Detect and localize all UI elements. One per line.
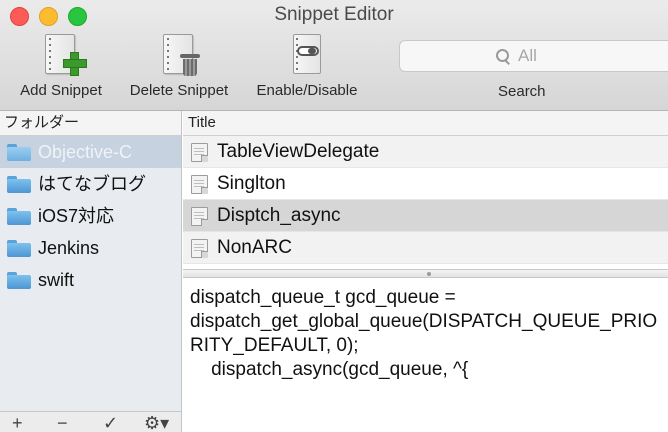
add-snippet-button[interactable]: Add Snippet	[8, 32, 114, 104]
folder-icon	[7, 272, 31, 289]
snippet-row-disptch-async[interactable]: Disptch_async	[183, 200, 668, 232]
code-line: dispatch_async(gcd_queue, ^{	[190, 359, 469, 380]
sidebar-footer-toolbar: + − ✓ ⚙▾	[0, 411, 181, 432]
search-input[interactable]	[518, 45, 658, 67]
snippet-title: NonARC	[217, 237, 292, 258]
delete-snippet-label: Delete Snippet	[129, 82, 229, 99]
remove-folder-button[interactable]: −	[57, 413, 68, 432]
checkmark-button[interactable]: ✓	[103, 413, 118, 432]
search-label: Search	[498, 83, 546, 100]
folder-label: Jenkins	[38, 238, 100, 258]
snippet-row-tableviewdelegate[interactable]: TableViewDelegate	[183, 136, 668, 168]
document-icon	[191, 239, 208, 258]
search-field[interactable]	[399, 40, 668, 72]
title-column-header[interactable]: Title	[183, 111, 668, 136]
snippet-title: TableViewDelegate	[217, 141, 380, 162]
enable-disable-label: Enable/Disable	[256, 82, 358, 99]
document-icon	[191, 143, 208, 162]
folder-label: はてなブログ	[38, 174, 146, 194]
folder-item-hatena-blog[interactable]: はてなブログ	[0, 168, 181, 200]
folder-item-swift[interactable]: swift	[0, 264, 181, 296]
title-toolbar: Snippet Editor Add Snippet Delete Snippe…	[0, 0, 668, 111]
divider-handle-icon	[427, 272, 431, 276]
document-icon	[191, 175, 208, 194]
split-view-divider[interactable]	[183, 269, 668, 278]
enable-disable-button[interactable]: Enable/Disable	[247, 32, 367, 104]
delete-snippet-button[interactable]: Delete Snippet	[120, 32, 238, 104]
search-icon	[496, 49, 510, 63]
folder-icon	[7, 208, 31, 225]
delete-snippet-icon	[157, 32, 201, 78]
code-line: dispatch_queue_t gcd_queue =	[190, 287, 456, 308]
folder-label: iOS7対応	[38, 206, 115, 226]
folder-icon	[7, 144, 31, 161]
toggle-switch-icon	[285, 32, 329, 78]
code-line: RITY_DEFAULT, 0);	[190, 335, 359, 356]
folder-icon	[7, 176, 31, 193]
add-snippet-icon	[39, 32, 87, 78]
folder-item-ios7[interactable]: iOS7対応	[0, 200, 181, 232]
add-folder-button[interactable]: +	[12, 413, 23, 432]
window-title: Snippet Editor	[274, 4, 394, 25]
code-line: dispatch_get_global_queue(DISPATCH_QUEUE…	[190, 311, 658, 332]
folder-sidebar: フォルダー Objective-C はてなブログ iOS7対応 Jenkins …	[0, 111, 182, 432]
snippet-editor-window: Snippet Editor Add Snippet Delete Snippe…	[0, 0, 668, 432]
add-snippet-label: Add Snippet	[20, 82, 102, 99]
snippet-row-singlton[interactable]: Singlton	[183, 168, 668, 200]
snippet-list: Title TableViewDelegate Singlton Disptch…	[183, 111, 668, 271]
folder-label: Objective-C	[38, 142, 133, 162]
folder-item-objective-c[interactable]: Objective-C	[0, 136, 181, 168]
document-icon	[191, 207, 208, 226]
snippet-code-editor[interactable]: dispatch_queue_t gcd_queue = dispatch_ge…	[183, 278, 668, 432]
snippet-title: Singlton	[217, 173, 286, 194]
snippet-title: Disptch_async	[217, 205, 341, 226]
gear-menu-button[interactable]: ⚙▾	[144, 413, 169, 432]
snippet-row-nonarc[interactable]: NonARC	[183, 232, 668, 264]
folder-column-header: フォルダー	[0, 111, 181, 136]
folder-label: swift	[38, 270, 74, 290]
folder-icon	[7, 240, 31, 257]
folder-item-jenkins[interactable]: Jenkins	[0, 232, 181, 264]
